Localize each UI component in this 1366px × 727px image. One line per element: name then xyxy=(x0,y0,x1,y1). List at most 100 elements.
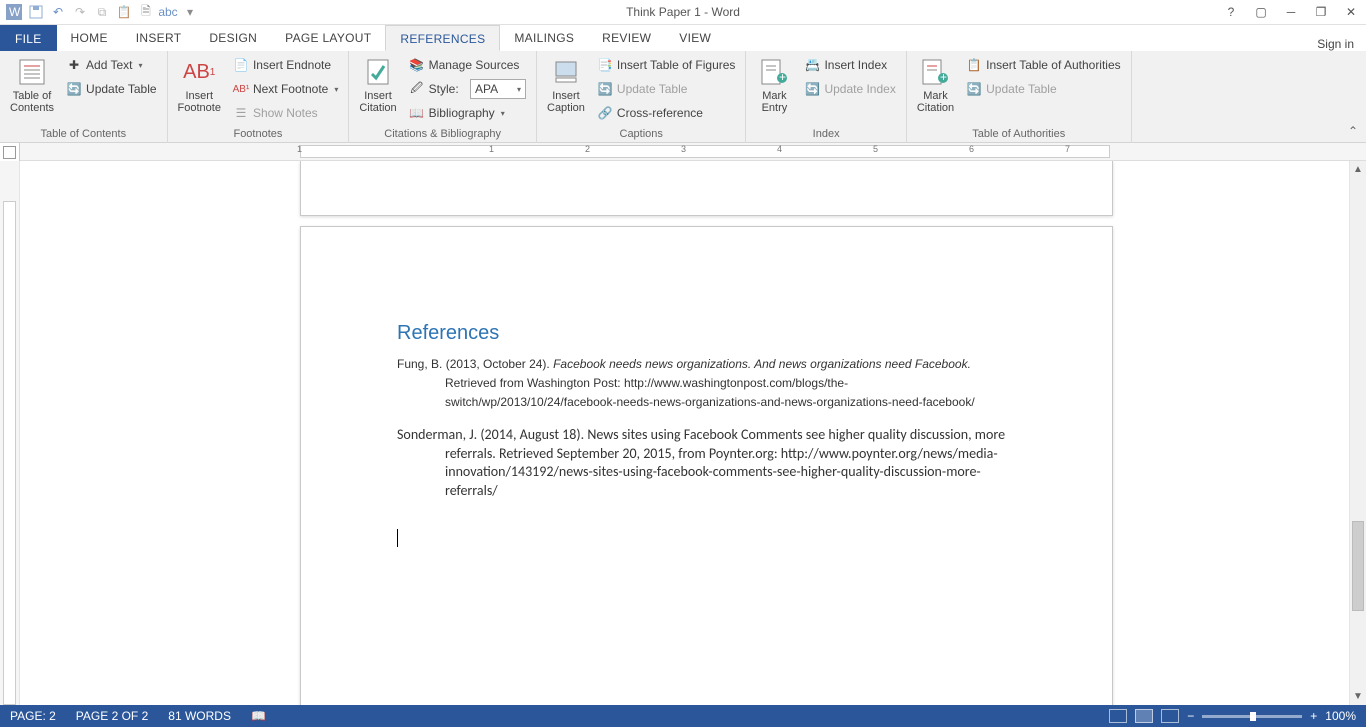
insert-footnote-label: Insert Footnote xyxy=(178,90,221,114)
tab-insert[interactable]: INSERT xyxy=(122,25,196,51)
toc-label: Table of Contents xyxy=(10,90,54,114)
document-area: References Fung, B. (2013, October 24). … xyxy=(0,161,1366,705)
style-dropdown[interactable]: APA▾ xyxy=(470,79,526,99)
tab-home[interactable]: HOME xyxy=(57,25,122,51)
mark-citation-label: Mark Citation xyxy=(917,90,954,114)
tab-references[interactable]: REFERENCES xyxy=(385,25,500,51)
manage-sources-icon: 📚 xyxy=(409,57,425,73)
ruler-bar: 1 1 2 3 4 5 6 7 xyxy=(0,143,1366,161)
insert-endnote-button[interactable]: 📄Insert Endnote xyxy=(229,54,342,76)
scroll-thumb[interactable] xyxy=(1352,521,1364,611)
toc-button[interactable]: Table of Contents xyxy=(6,54,58,116)
show-notes-icon: ☰ xyxy=(233,105,249,121)
group-authorities: + Mark Citation 📋Insert Table of Authori… xyxy=(907,51,1132,143)
undo-icon[interactable]: ↶ xyxy=(50,4,66,20)
insert-caption-label: Insert Caption xyxy=(547,90,585,114)
insert-citation-button[interactable]: Insert Citation xyxy=(355,54,400,116)
manage-sources-button[interactable]: 📚Manage Sources xyxy=(405,54,530,76)
status-page[interactable]: PAGE: 2 xyxy=(0,709,66,723)
group-label-authorities: Table of Authorities xyxy=(913,126,1125,143)
status-proofing-icon[interactable]: 📖 xyxy=(241,709,276,723)
ribbon-display-icon[interactable]: ▢ xyxy=(1252,5,1270,19)
maximize-icon[interactable]: ❐ xyxy=(1312,5,1330,19)
group-label-toc: Table of Contents xyxy=(6,126,161,143)
read-mode-icon[interactable] xyxy=(1109,709,1127,723)
help-icon[interactable]: ? xyxy=(1222,5,1240,19)
canvas[interactable]: References Fung, B. (2013, October 24). … xyxy=(20,161,1366,705)
mark-entry-icon: + xyxy=(758,56,790,88)
cross-reference-button[interactable]: 🔗Cross-reference xyxy=(593,102,740,124)
title-bar: W ↶ ↷ ⧉ 📋 🗎 abc ▾ Think Paper 1 - Word ?… xyxy=(0,0,1366,25)
paste-icon[interactable]: 📋 xyxy=(116,4,132,20)
update-toc-button[interactable]: 🔄Update Table xyxy=(62,78,161,100)
minimize-icon[interactable]: ─ xyxy=(1282,5,1300,19)
tab-selector[interactable] xyxy=(0,143,20,161)
close-icon[interactable]: ✕ xyxy=(1342,5,1360,19)
vertical-ruler[interactable] xyxy=(0,161,20,705)
insert-toa-button[interactable]: 📋Insert Table of Authorities xyxy=(962,54,1125,76)
window-title: Think Paper 1 - Word xyxy=(626,5,740,19)
tab-view[interactable]: VIEW xyxy=(665,25,725,51)
mark-citation-button[interactable]: + Mark Citation xyxy=(913,54,958,116)
tab-design[interactable]: DESIGN xyxy=(195,25,271,51)
reference-entry-2: Sonderman, J. (2014, August 18). News si… xyxy=(397,426,1016,502)
mark-entry-button[interactable]: + Mark Entry xyxy=(752,54,796,116)
tof-icon: 📑 xyxy=(597,57,613,73)
add-text-icon: ✚ xyxy=(66,57,82,73)
group-label-citations: Citations & Bibliography xyxy=(355,126,530,143)
page-2[interactable]: References Fung, B. (2013, October 24). … xyxy=(300,226,1113,705)
style-select[interactable]: 🖉Style: APA▾ xyxy=(405,78,530,100)
toc-icon xyxy=(16,56,48,88)
next-footnote-button[interactable]: AB¹Next Footnote▾ xyxy=(229,78,342,100)
next-footnote-icon: AB¹ xyxy=(233,81,249,97)
zoom-out-button[interactable]: − xyxy=(1187,709,1194,723)
group-footnotes: AB1 Insert Footnote 📄Insert Endnote AB¹N… xyxy=(168,51,350,143)
update-captions-button: 🔄Update Table xyxy=(593,78,740,100)
bibliography-button[interactable]: 📖Bibliography▾ xyxy=(405,102,530,124)
spellcheck-icon[interactable]: abc xyxy=(160,4,176,20)
ribbon-tabs: FILE HOME INSERT DESIGN PAGE LAYOUT REFE… xyxy=(0,25,1366,51)
zoom-level[interactable]: 100% xyxy=(1325,709,1356,723)
save-icon[interactable] xyxy=(28,4,44,20)
tab-file[interactable]: FILE xyxy=(0,25,57,51)
scroll-up-icon[interactable]: ▲ xyxy=(1350,161,1366,178)
redo-icon[interactable]: ↷ xyxy=(72,4,88,20)
tab-pagelayout[interactable]: PAGE LAYOUT xyxy=(271,25,385,51)
references-heading: References xyxy=(397,322,1016,345)
print-layout-icon[interactable] xyxy=(1135,709,1153,723)
scroll-down-icon[interactable]: ▼ xyxy=(1350,688,1366,705)
insert-caption-button[interactable]: Insert Caption xyxy=(543,54,589,116)
show-notes-button: ☰Show Notes xyxy=(229,102,342,124)
quick-access-toolbar: W ↶ ↷ ⧉ 📋 🗎 abc ▾ xyxy=(0,4,198,20)
group-label-index: Index xyxy=(752,126,899,143)
group-label-footnotes: Footnotes xyxy=(174,126,343,143)
update-index-icon: 🔄 xyxy=(804,81,820,97)
status-words[interactable]: 81 WORDS xyxy=(158,709,241,723)
svg-text:W: W xyxy=(9,5,21,19)
status-bar: PAGE: 2 PAGE 2 OF 2 81 WORDS 📖 − + 100% xyxy=(0,705,1366,727)
insert-index-button[interactable]: 📇Insert Index xyxy=(800,54,899,76)
status-page-of[interactable]: PAGE 2 OF 2 xyxy=(66,709,158,723)
qat-dropdown-icon[interactable]: ▾ xyxy=(182,4,198,20)
bibliography-icon: 📖 xyxy=(409,105,425,121)
insert-citation-label: Insert Citation xyxy=(359,90,396,114)
new-icon[interactable]: 🗎 xyxy=(138,4,154,20)
toa-icon: 📋 xyxy=(966,57,982,73)
vertical-scrollbar[interactable]: ▲ ▼ xyxy=(1349,161,1366,705)
zoom-slider[interactable] xyxy=(1202,715,1302,718)
insert-footnote-button[interactable]: AB1 Insert Footnote xyxy=(174,54,225,116)
zoom-in-button[interactable]: + xyxy=(1310,709,1317,723)
group-captions: Insert Caption 📑Insert Table of Figures … xyxy=(537,51,746,143)
insert-tof-button[interactable]: 📑Insert Table of Figures xyxy=(593,54,740,76)
collapse-ribbon-icon[interactable]: ⌃ xyxy=(1348,124,1358,138)
update-index-button: 🔄Update Index xyxy=(800,78,899,100)
group-citations: Insert Citation 📚Manage Sources 🖉Style: … xyxy=(349,51,537,143)
mark-citation-icon: + xyxy=(919,56,951,88)
add-text-button[interactable]: ✚Add Text▾ xyxy=(62,54,161,76)
horizontal-ruler[interactable]: 1 1 2 3 4 5 6 7 xyxy=(20,143,1366,161)
sign-in-link[interactable]: Sign in xyxy=(1317,37,1354,51)
svg-text:+: + xyxy=(940,70,947,84)
tab-mailings[interactable]: MAILINGS xyxy=(500,25,588,51)
web-layout-icon[interactable] xyxy=(1161,709,1179,723)
tab-review[interactable]: REVIEW xyxy=(588,25,665,51)
